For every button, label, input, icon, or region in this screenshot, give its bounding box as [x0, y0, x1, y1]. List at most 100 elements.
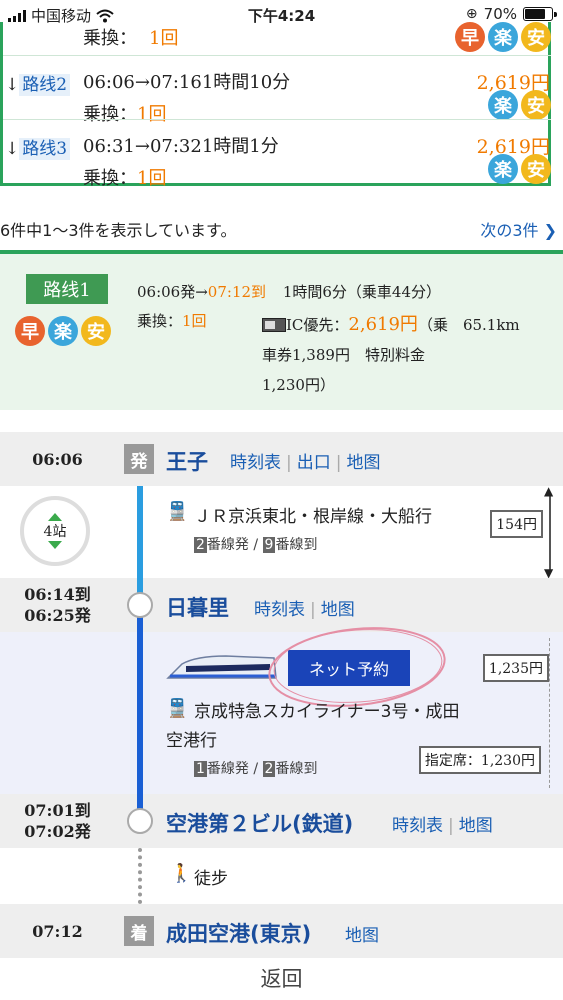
station-name[interactable]: 日暮里	[166, 592, 229, 622]
train-name[interactable]: 京成特急スカイライナー3号・成田	[194, 698, 459, 726]
cheap-badge-icon: 安	[521, 22, 551, 52]
station-row: 06:06 発 王子 時刻表 | 出口 | 地图	[0, 432, 563, 486]
route-row[interactable]: ↓ 路线3 06:31→07:321時間1分 乗換：1回 2,619円 楽 安	[3, 119, 551, 189]
cheap-badge-icon: 安	[521, 90, 551, 120]
fare-box: 1,235円	[482, 654, 549, 682]
walk-label: 徒步	[194, 869, 228, 889]
cheap-badge-icon: 安	[81, 316, 111, 346]
fare-range-line	[549, 492, 551, 572]
train-name[interactable]: ＪＲ京浜東北・根岸線・大船行	[194, 502, 432, 527]
fare-range-line	[549, 638, 551, 788]
dep-track-label: 番線発 /	[206, 537, 259, 553]
ic-fare: 2,619円	[348, 314, 418, 335]
timetable-link[interactable]: 時刻表	[254, 600, 305, 620]
depart-time: 06:25発	[24, 606, 91, 625]
train-icon: 🚆	[166, 698, 189, 719]
expand-down-icon	[48, 541, 62, 549]
station-time: 07:01到 07:02発	[0, 800, 115, 842]
chevron-right-icon: ❯	[543, 221, 557, 240]
station-time: 06:14到 06:25発	[0, 584, 115, 626]
track-info: 1 番線発 / 2 番線到	[194, 758, 317, 778]
dep-track: 1	[194, 761, 207, 777]
timetable-link[interactable]: 時刻表	[230, 453, 281, 473]
next-results-link[interactable]: 次の3件 ❯	[480, 217, 557, 241]
station-name[interactable]: 成田空港(東京)	[166, 918, 311, 948]
stops-count: 4站	[43, 524, 67, 540]
route-times: 06:06→07:161時間10分	[83, 72, 291, 93]
walking-person-icon: 🚶	[170, 863, 193, 884]
station-marker	[127, 808, 153, 834]
route-label[interactable]: 路线2	[19, 74, 71, 96]
route-row[interactable]: ↓ 路线2 06:06→07:161時間10分 乗換：1回 2,619円 楽 安	[3, 55, 551, 125]
dep-track: 2	[194, 537, 207, 553]
arrive-time: 07:12到	[207, 283, 267, 301]
fare-detail: 1,230円）	[262, 376, 335, 394]
easy-badge-icon: 楽	[488, 90, 518, 120]
route-1-partial[interactable]: 乗換： 1回 早 楽 安	[3, 22, 551, 54]
walk-line	[138, 848, 142, 904]
map-link[interactable]: 地图	[321, 600, 355, 620]
track-info: 2 番線発 / 9 番線到	[194, 534, 317, 554]
fare-box: 154円	[490, 510, 543, 538]
route-list: 乗換： 1回 早 楽 安 ↓ 路线2 06:06→07:161時間10分 乗換：1…	[0, 22, 551, 189]
station-name[interactable]: 王子	[166, 446, 208, 476]
summary-transfers: 乗換：1回	[137, 310, 207, 331]
ic-label: IC優先：	[286, 316, 349, 334]
easy-badge-icon: 楽	[48, 316, 78, 346]
map-link[interactable]: 地图	[345, 926, 379, 946]
depart-time: 07:02発	[24, 822, 91, 841]
easy-badge-icon: 楽	[488, 154, 518, 184]
battery-icon	[523, 7, 557, 21]
arr-track: 2	[262, 761, 276, 777]
fast-badge-icon: 早	[455, 22, 485, 52]
station-links: 地图	[345, 921, 379, 946]
arrow-up-icon: ▲	[544, 484, 554, 498]
stops-toggle[interactable]: 4站	[20, 496, 90, 566]
station-links: 時刻表 | 地图	[392, 816, 493, 836]
arrive-time: 07:01到	[24, 801, 91, 820]
result-count: 6件中1〜3件を表示しています。	[0, 221, 237, 240]
station-time: 06:06	[32, 450, 83, 469]
fare-detail: （乗 65.1km	[417, 316, 520, 334]
route-timeline: 06:06 発 王子 時刻表 | 出口 | 地图 4站 🚆 ＪＲ京浜東北・根岸線・大船行…	[0, 432, 563, 967]
easy-badge-icon: 楽	[488, 22, 518, 52]
map-link[interactable]: 地图	[459, 816, 493, 836]
duration: 1時間6分（乗車44分）	[282, 283, 441, 301]
train-icon: 🚆	[166, 501, 189, 522]
dep-track-label: 番線発 /	[206, 761, 259, 777]
reserved-seat-fare: 指定席：1,230円	[418, 746, 541, 774]
transfer-label: 乗換：	[83, 168, 137, 189]
departure-mark: 発	[124, 444, 154, 474]
station-links: 時刻表 | 地图	[254, 600, 355, 620]
fare-detail: 車券1,389円 特別料金	[262, 346, 425, 364]
train-name-cont: 空港行	[166, 731, 217, 751]
walk-segment: 🚶 徒步	[0, 848, 563, 904]
arr-track-label: 番線到	[275, 537, 318, 553]
transfer-label: 乗換：	[137, 312, 183, 330]
transfer-count: 1回	[182, 312, 207, 330]
arr-track-label: 番線到	[275, 761, 318, 777]
route-times: 06:31→07:321時間1分	[83, 136, 279, 157]
route-line	[137, 632, 143, 794]
transfer-label: 乗換：	[83, 28, 137, 49]
depart-time: 06:06発→	[137, 283, 208, 301]
cheap-badge-icon: 安	[521, 154, 551, 184]
arrive-time: 06:14到	[24, 585, 91, 604]
next-label: 次の3件	[480, 221, 539, 240]
station-name[interactable]: 空港第２ビル(鉄道)	[166, 808, 353, 838]
back-link[interactable]: 返回	[0, 963, 563, 993]
ic-card-icon	[262, 318, 286, 332]
station-time: 07:12	[32, 922, 83, 941]
transfer-count: 1回	[137, 168, 167, 189]
map-link[interactable]: 地图	[346, 453, 380, 473]
route-label[interactable]: 路线3	[19, 138, 71, 160]
summary-times: 06:06発→07:12到 1時間6分（乗車44分）	[137, 281, 441, 302]
ride-segment: ネット予約 🚆 京成特急スカイライナー3号・成田 空港行 1 番線発 / 2 番線到…	[0, 627, 563, 794]
route-summary: 路线1 早 楽 安 06:06発→07:12到 1時間6分（乗車44分） 乗換：…	[0, 250, 563, 410]
route-line	[137, 486, 143, 578]
transfer-count: 1回	[149, 28, 179, 49]
fast-badge-icon: 早	[15, 316, 45, 346]
timetable-link[interactable]: 時刻表	[392, 816, 443, 836]
exit-link[interactable]: 出口	[297, 453, 331, 473]
expand-up-icon	[48, 513, 62, 521]
